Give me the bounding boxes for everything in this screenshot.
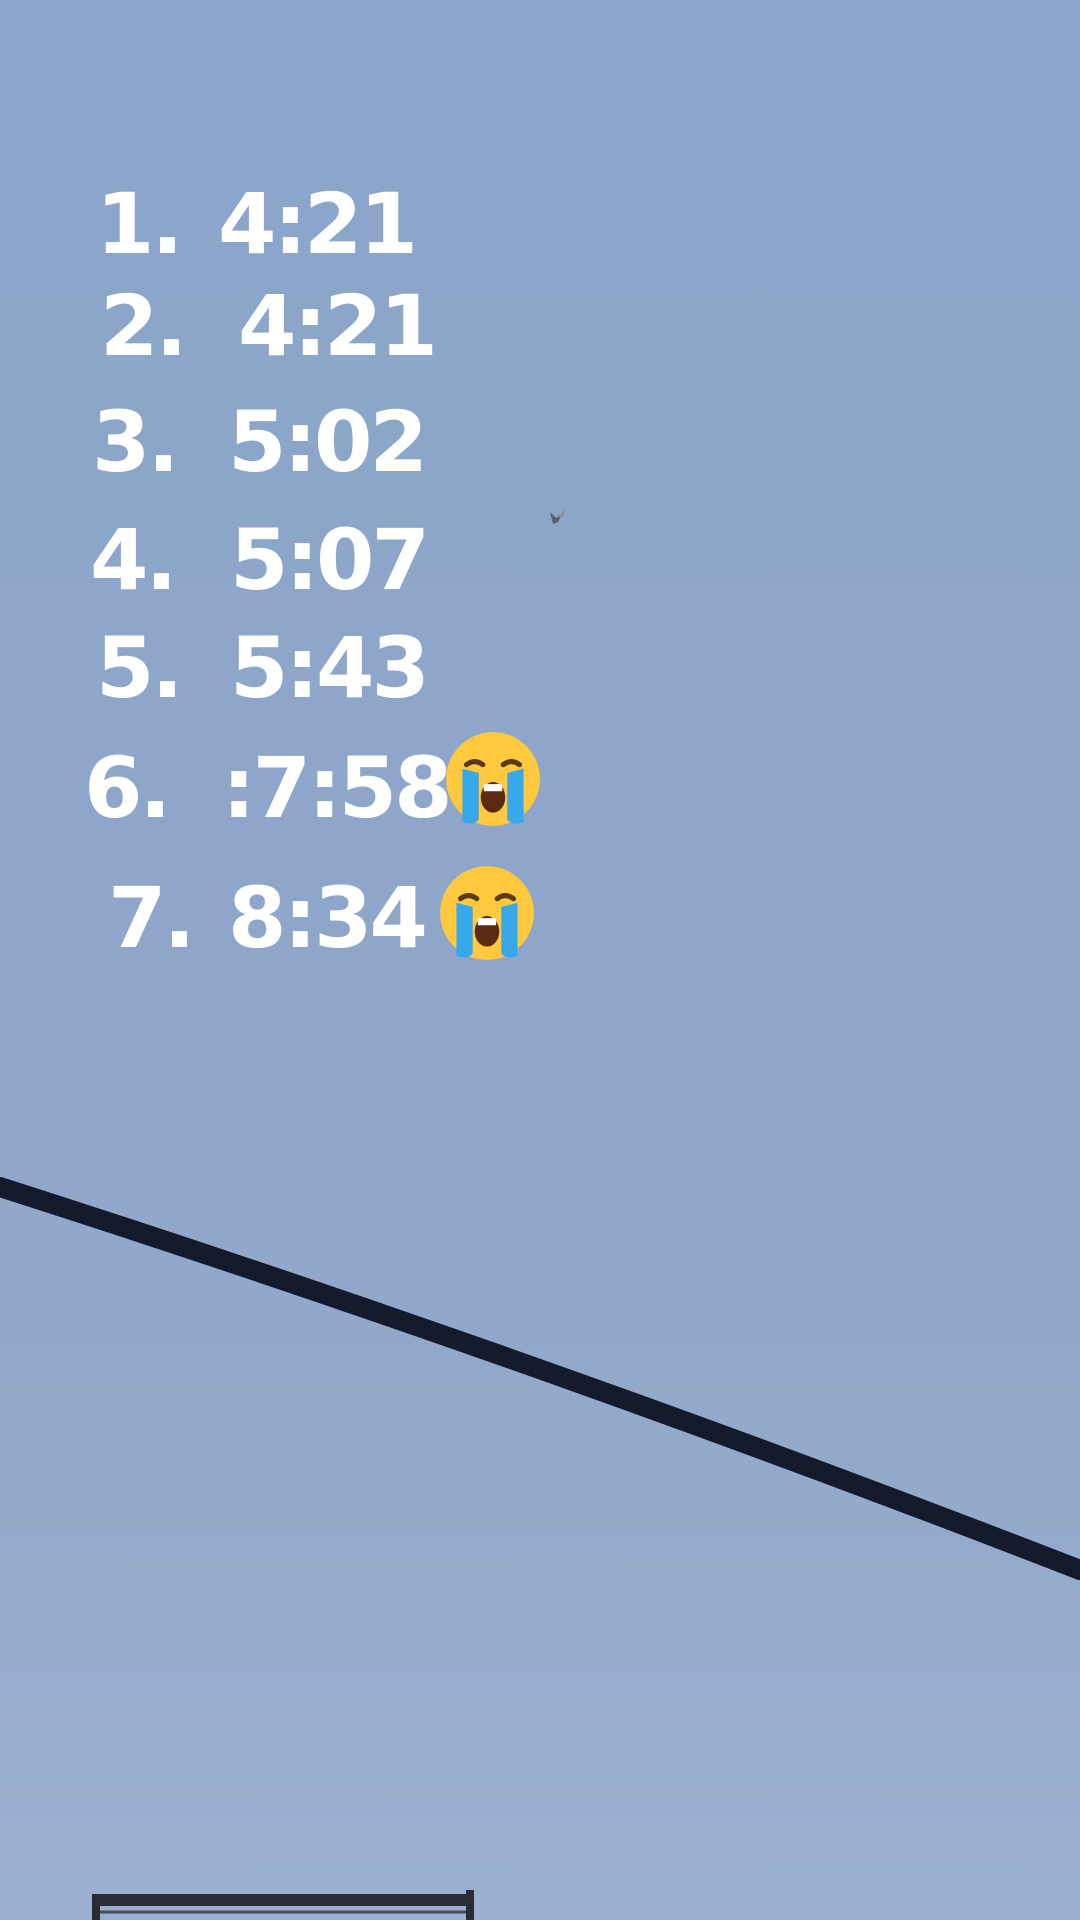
- list-item-number: 3.: [92, 393, 179, 491]
- list-item-number: 4.: [90, 511, 177, 609]
- list-item-time: 5:43: [230, 619, 430, 717]
- list-item-time: 4:21: [218, 175, 418, 273]
- list-item: 3. 5:02: [0, 400, 1080, 490]
- list-item: 2. 4:21: [0, 284, 1080, 374]
- loudly-crying-face-icon: [446, 732, 540, 826]
- power-line: [0, 1177, 1080, 1580]
- list-item-number: 1.: [96, 175, 183, 273]
- list-item-number: 2.: [100, 277, 187, 375]
- rooftop-structure: [92, 1890, 474, 1920]
- list-item-number: 6.: [84, 739, 171, 837]
- list-item-number: 5.: [96, 619, 183, 717]
- sky-photo: 1. 4:21 2. 4:21 3. 5:02 4. 5:07 5. 5:43 …: [0, 0, 1080, 1920]
- list-item-time: 5:07: [230, 511, 430, 609]
- loudly-crying-face-icon: [440, 866, 534, 960]
- list-item-number: 7.: [108, 869, 195, 967]
- list-item-time: :7:58: [222, 739, 453, 837]
- list-item: 1. 4:21: [0, 182, 1080, 272]
- list-item-time: 8:34: [228, 869, 428, 967]
- list-item: 7. 8:34: [0, 876, 1080, 966]
- list-item: 4. 5:07: [0, 518, 1080, 608]
- list-item-time: 4:21: [238, 277, 438, 375]
- list-item: 5. 5:43: [0, 626, 1080, 716]
- list-item-time: 5:02: [228, 393, 428, 491]
